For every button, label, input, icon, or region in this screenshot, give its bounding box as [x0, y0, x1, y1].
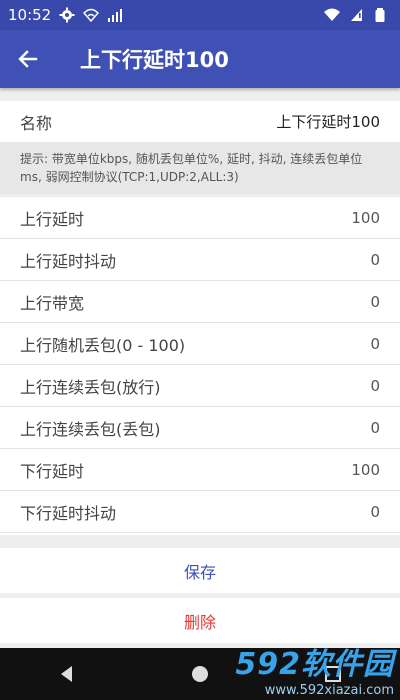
sim-warning-icon: [351, 9, 362, 21]
arrow-left-icon: [18, 50, 38, 68]
param-row-downlink-delay[interactable]: 下行延时 100: [0, 449, 400, 491]
params-section: 上行延时 100 上行延时抖动 0 上行带宽 0 上行随机丢包(0 - 100)…: [0, 197, 400, 535]
status-right: [324, 7, 388, 23]
name-label: 名称: [20, 113, 53, 133]
save-button[interactable]: 保存: [0, 548, 400, 593]
battery-icon: [375, 8, 385, 22]
wifi-off-icon: [83, 8, 100, 23]
param-label: 上行连续丢包(放行): [20, 377, 161, 397]
param-value: 0: [370, 376, 380, 395]
gear-icon: [59, 7, 75, 23]
param-label: 上行延时: [20, 209, 85, 229]
back-button[interactable]: [0, 30, 56, 88]
param-label: 上行带宽: [20, 293, 85, 313]
param-row-uplink-jitter[interactable]: 上行延时抖动 0: [0, 239, 400, 281]
param-row-downlink-jitter[interactable]: 下行延时抖动 0: [0, 491, 400, 533]
signal-icon: [108, 9, 123, 22]
status-bar: 10:52: [0, 0, 400, 30]
screen: 10:52 上下行延时100 名称 上下行延时100 提示: 带宽单位kbps,…: [0, 0, 400, 700]
param-row-uplink-burst-pass[interactable]: 上行连续丢包(放行) 0: [0, 365, 400, 407]
param-label: 下行延时: [20, 461, 85, 481]
param-label: 上行连续丢包(丢包): [20, 419, 161, 439]
watermark-url: www.592xiazai.com: [264, 682, 394, 698]
param-row-uplink-delay[interactable]: 上行延时 100: [0, 197, 400, 239]
watermark: 592软件园 www.592xiazai.com: [194, 636, 394, 700]
name-section: 名称 上下行延时100: [0, 101, 400, 143]
page-title: 上下行延时100: [80, 48, 229, 72]
param-value: 0: [370, 418, 380, 437]
name-value: 上下行延时100: [276, 113, 380, 131]
param-value: 0: [370, 502, 380, 521]
watermark-logo: 592软件园: [235, 646, 394, 682]
hint-text: 提示: 带宽单位kbps, 随机丢包单位%, 延时, 抖动, 连续丢包单位ms,…: [0, 142, 400, 194]
param-row-uplink-random-loss[interactable]: 上行随机丢包(0 - 100) 0: [0, 323, 400, 365]
status-left: 10:52: [8, 6, 123, 24]
param-row-uplink-bandwidth[interactable]: 上行带宽 0: [0, 281, 400, 323]
param-label: 上行延时抖动: [20, 251, 117, 271]
app-bar: 上下行延时100: [0, 30, 400, 88]
back-triangle-icon[interactable]: [56, 663, 78, 685]
status-time: 10:52: [8, 6, 52, 24]
param-value: 0: [370, 292, 380, 311]
param-label: 上行随机丢包(0 - 100): [20, 335, 186, 355]
param-label: 下行延时抖动: [20, 503, 117, 523]
name-row[interactable]: 名称 上下行延时100: [0, 101, 400, 143]
param-value: 100: [351, 460, 380, 479]
param-value: 0: [370, 250, 380, 269]
param-value: 0: [370, 334, 380, 353]
param-value: 100: [351, 208, 380, 227]
wifi-icon: [324, 8, 340, 21]
param-row-uplink-burst-drop[interactable]: 上行连续丢包(丢包) 0: [0, 407, 400, 449]
